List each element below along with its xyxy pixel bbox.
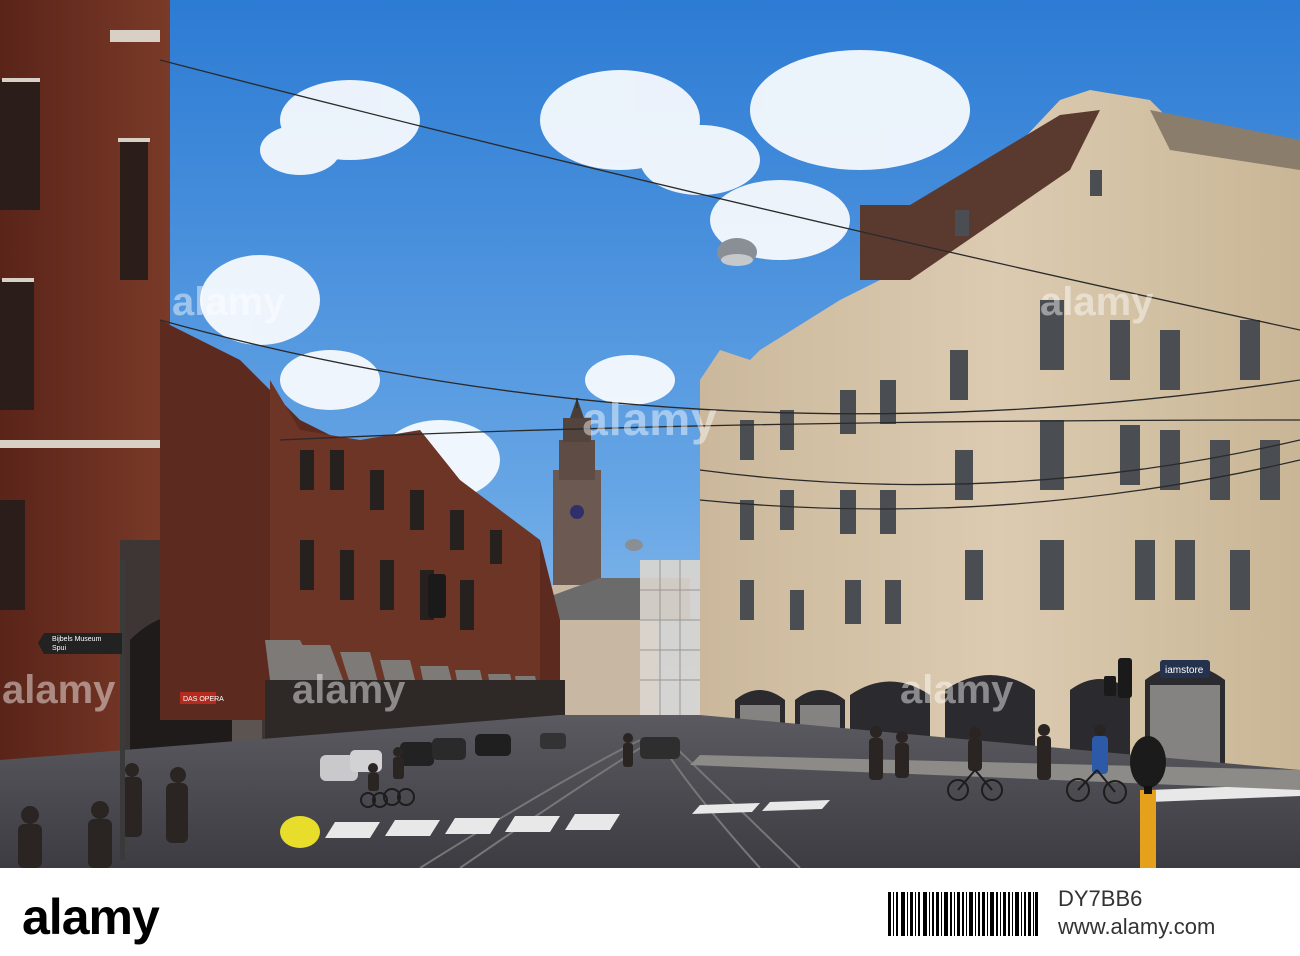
- alamy-url[interactable]: www.alamy.com: [1058, 914, 1215, 940]
- photo-frame: iamstore Bijbels Museum Spui DAS OPERA a…: [0, 0, 1300, 956]
- awning-sign-text: DAS OPERA: [183, 696, 224, 703]
- street-sign-line2: Spui: [52, 645, 66, 652]
- yellow-bag: [280, 816, 320, 848]
- alamy-logo: alamy: [22, 889, 160, 945]
- image-id: DY7BB6: [1058, 886, 1143, 911]
- stock-footer-bar: alamy DY7BB6 www.alamy.com: [0, 868, 1300, 956]
- barcode-icon: [888, 892, 1038, 936]
- shop-sign-text: iamstore: [1165, 665, 1204, 676]
- street-sign-line1: Bijbels Museum: [52, 636, 102, 643]
- street-scene-illustration: iamstore Bijbels Museum Spui DAS OPERA: [0, 0, 1300, 868]
- street-scene-photo: iamstore Bijbels Museum Spui DAS OPERA a…: [0, 0, 1300, 868]
